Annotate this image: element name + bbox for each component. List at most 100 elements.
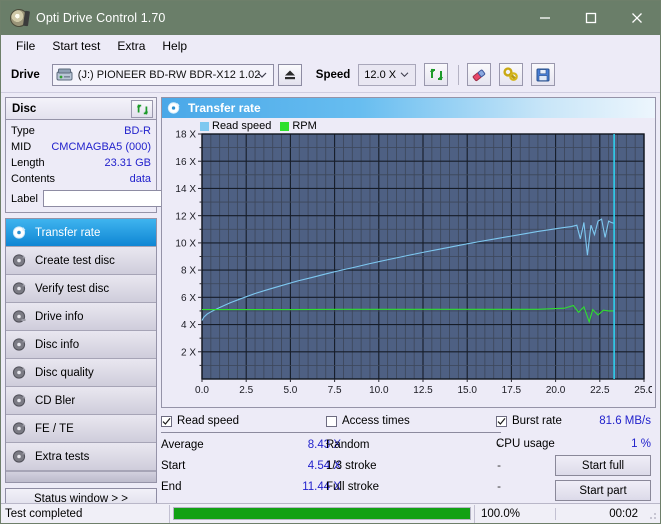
legend-label-read-speed: Read speed xyxy=(212,120,271,132)
read-speed-checkbox[interactable] xyxy=(161,416,172,427)
svg-text:5.0: 5.0 xyxy=(283,385,297,396)
legend-label-rpm: RPM xyxy=(292,120,316,132)
sidebar-item-cd-bler[interactable]: CD Bler xyxy=(6,387,156,415)
sidebar-item-drive-info[interactable]: Drive info xyxy=(6,303,156,331)
disc-test-icon xyxy=(12,281,27,296)
burst-rate-stats: Burst rate 81.6 MB/s CPU usage 1 % Start… xyxy=(496,413,651,501)
svg-text:14 X: 14 X xyxy=(175,184,196,195)
disc-refresh-button[interactable] xyxy=(131,100,153,118)
sidebar-item-create-test-disc[interactable]: Create test disc xyxy=(6,247,156,275)
speed-select[interactable]: 12.0 X xyxy=(358,64,416,86)
drive-select[interactable]: (J:) PIONEER BD-RW BDR-X12 1.02 xyxy=(52,64,274,86)
maximize-button[interactable] xyxy=(568,1,614,35)
close-button[interactable] xyxy=(614,1,660,35)
burst-rate-value: 81.6 MB/s xyxy=(599,415,651,427)
sidebar-item-label: Disc info xyxy=(35,339,79,351)
eraser-icon xyxy=(471,68,487,82)
sidebar-item-disc-info[interactable]: Disc info xyxy=(6,331,156,359)
disc-panel-title: Disc xyxy=(12,103,36,115)
main-body: Disc Type BD-R xyxy=(1,93,660,497)
sidebar-item-label: Drive info xyxy=(35,311,84,323)
save-button[interactable] xyxy=(531,63,555,86)
title-bar: Opti Drive Control 1.70 xyxy=(1,1,660,35)
svg-text:0.0: 0.0 xyxy=(195,385,209,396)
access-times-checkbox-row[interactable]: Access times xyxy=(326,413,501,429)
menu-extra[interactable]: Extra xyxy=(110,37,152,55)
resize-grip-icon[interactable] xyxy=(646,509,658,521)
speed-value: 12.0 X xyxy=(364,69,396,81)
legend-swatch-read-speed xyxy=(200,122,209,131)
svg-text:12.5: 12.5 xyxy=(413,385,433,396)
progress-cell xyxy=(169,505,475,523)
save-icon xyxy=(536,68,550,82)
sidebar-item-fe-te[interactable]: FE / TE xyxy=(6,415,156,443)
burst-rate-checkbox[interactable] xyxy=(496,416,507,427)
disc-contents-label: Contents xyxy=(11,173,55,185)
sidebar-item-label: Create test disc xyxy=(35,255,115,267)
svg-text:8 X: 8 X xyxy=(181,266,196,277)
chevron-down-icon xyxy=(400,71,409,78)
status-bar: Test completed 100.0% 00:02 xyxy=(1,503,660,523)
access-times-stats: Access times Random - 1/3 stroke - Full … xyxy=(326,413,501,496)
svg-text:20.0: 20.0 xyxy=(546,385,566,396)
application-window: Opti Drive Control 1.70 File Start test … xyxy=(0,0,661,524)
sidebar-item-disc-quality[interactable]: Disc quality xyxy=(6,359,156,387)
progress-fill xyxy=(174,508,470,519)
svg-text:12 X: 12 X xyxy=(175,211,196,222)
start-full-label: Start full xyxy=(582,460,624,472)
svg-text:17.5: 17.5 xyxy=(502,385,522,396)
menu-file[interactable]: File xyxy=(9,37,42,55)
disc-row: Type BD-R xyxy=(6,123,156,139)
eject-button[interactable] xyxy=(278,64,302,86)
drive-label: Drive xyxy=(11,69,40,81)
disc-test-icon xyxy=(12,309,27,324)
refresh-button[interactable] xyxy=(424,63,448,86)
tools-button[interactable] xyxy=(499,63,523,86)
stat-row: Full stroke - xyxy=(326,477,501,496)
menu-bar: File Start test Extra Help xyxy=(1,35,660,57)
access-times-checkbox[interactable] xyxy=(326,416,337,427)
refresh-icon xyxy=(429,67,444,82)
eject-icon xyxy=(283,69,297,81)
sidebar-item-label: Verify test disc xyxy=(35,283,109,295)
disc-mid-label: MID xyxy=(11,141,31,153)
transfer-rate-panel: Transfer rate Read speed RPM 2 X4 X6 X8 … xyxy=(161,97,656,408)
disc-test-icon xyxy=(12,365,27,380)
access-times-label: Access times xyxy=(342,415,410,427)
start-part-button[interactable]: Start part xyxy=(555,480,651,501)
stat-row: Average 8.43 X xyxy=(161,435,341,454)
progress-bar xyxy=(173,507,471,520)
sidebar-item-transfer-rate[interactable]: Transfer rate xyxy=(6,219,156,247)
divider xyxy=(161,432,341,433)
right-content: Transfer rate Read speed RPM 2 X4 X6 X8 … xyxy=(161,93,660,497)
disc-type-label: Type xyxy=(11,125,35,137)
read-speed-stats: Read speed Average 8.43 X Start 4.54 X E… xyxy=(161,413,341,496)
disc-label-row: Label xyxy=(6,187,156,212)
third-stroke-label: 1/3 stroke xyxy=(326,460,377,472)
burst-rate-checkbox-row[interactable]: Burst rate 81.6 MB/s xyxy=(496,413,651,429)
disc-test-icon xyxy=(167,101,181,115)
random-label: Random xyxy=(326,439,369,451)
end-label: End xyxy=(161,481,181,493)
menu-start-test[interactable]: Start test xyxy=(45,37,107,55)
sidebar-item-verify-test-disc[interactable]: Verify test disc xyxy=(6,275,156,303)
full-stroke-label: Full stroke xyxy=(326,481,379,493)
test-nav-list: Transfer rate Create test disc xyxy=(5,218,157,483)
drive-value: (J:) PIONEER BD-RW BDR-X12 1.02 xyxy=(78,69,261,81)
window-title: Opti Drive Control 1.70 xyxy=(36,11,165,25)
start-full-button[interactable]: Start full xyxy=(555,455,651,476)
stats-panel: Read speed Average 8.43 X Start 4.54 X E… xyxy=(161,413,656,499)
sidebar-item-extra-tests[interactable]: Extra tests xyxy=(6,443,156,471)
minimize-button[interactable] xyxy=(522,1,568,35)
erase-button[interactable] xyxy=(467,63,491,86)
refresh-icon xyxy=(136,103,149,116)
stat-row: 1/3 stroke - xyxy=(326,456,501,475)
speed-label: Speed xyxy=(316,69,351,81)
sidebar-item-label: CD Bler xyxy=(35,395,75,407)
menu-help[interactable]: Help xyxy=(155,37,194,55)
start-part-label: Start part xyxy=(579,485,626,497)
read-speed-checkbox-row[interactable]: Read speed xyxy=(161,413,341,429)
burst-rate-label: Burst rate xyxy=(512,415,562,427)
disc-panel: Disc Type BD-R xyxy=(5,97,157,213)
progress-percent-label: 100.0% xyxy=(475,508,555,520)
